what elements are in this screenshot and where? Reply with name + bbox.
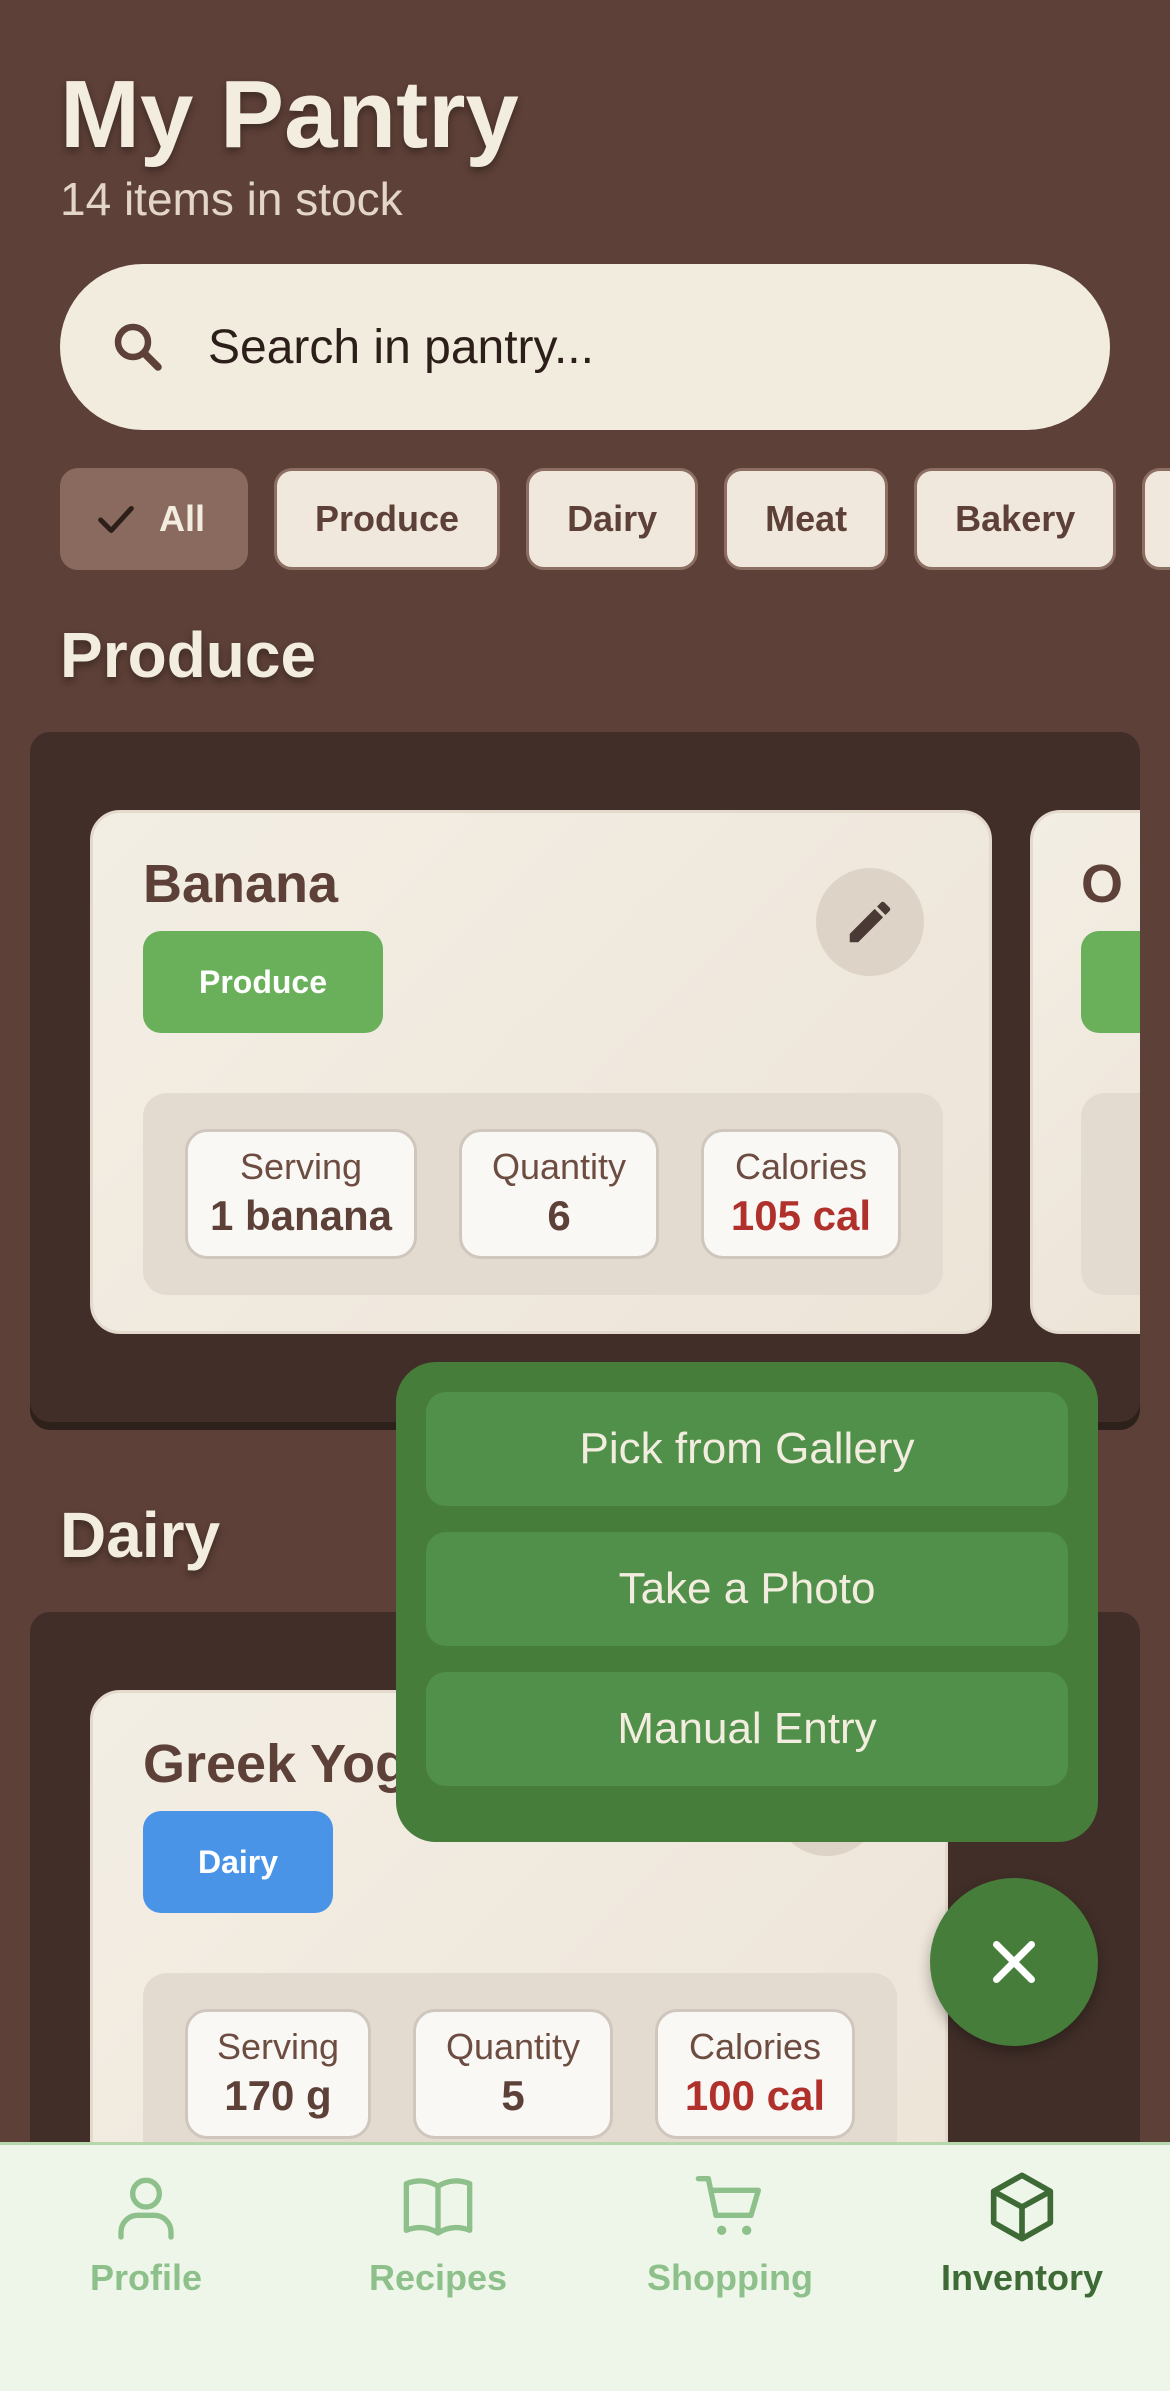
calories-stat: Calories 100 cal	[655, 2009, 855, 2139]
nav-label: Profile	[89, 2257, 203, 2298]
book-icon	[403, 2178, 473, 2236]
add-item-menu: Pick from Gallery Take a Photo Manual En…	[396, 1362, 1098, 1842]
chip-dairy[interactable]: Dairy	[526, 468, 699, 570]
category-badge: Produce	[143, 931, 383, 1033]
pick-from-gallery-button[interactable]: Pick from Gallery	[426, 1392, 1068, 1506]
profile-icon	[118, 2177, 174, 2240]
box-icon	[990, 2172, 1054, 2242]
take-photo-button[interactable]: Take a Photo	[426, 1532, 1068, 1646]
stat-label: Calories	[688, 2026, 822, 2067]
chip-label: Meat	[765, 498, 848, 539]
category-filter-chips: All Produce Dairy Meat Bakery	[60, 468, 1170, 570]
bottom-navigation: Profile Recipes Shopping Inventory	[0, 2142, 1170, 2391]
stat-value: 5	[501, 2072, 525, 2119]
stat-label: Quantity	[491, 1146, 627, 1187]
search-input[interactable]	[208, 319, 1008, 375]
chip-bakery[interactable]: Bakery	[914, 468, 1117, 570]
close-menu-button[interactable]	[930, 1878, 1098, 2046]
serving-stat: Serving 170 g	[185, 2009, 371, 2139]
nav-item-profile[interactable]: Profile	[0, 2167, 292, 2299]
chip-label: Produce	[315, 498, 460, 539]
item-name: Banana	[143, 854, 339, 914]
cart-icon	[695, 2176, 761, 2235]
category-badge	[1081, 931, 1140, 1033]
item-name: O	[1081, 854, 1124, 914]
item-stats: Serving 1 banana Quantity 6 Calories 105…	[143, 1093, 943, 1295]
item-count: 14 items in stock	[60, 172, 403, 225]
header: My Pantry 14 items in stock	[60, 62, 519, 226]
nav-item-inventory[interactable]: Inventory	[876, 2167, 1168, 2299]
item-card-banana[interactable]: Banana Produce Serving 1 banana Quantity…	[90, 810, 992, 1334]
chip-label: All	[159, 498, 206, 539]
stat-value: 100 cal	[684, 2072, 826, 2119]
search-icon	[114, 323, 162, 371]
checkmark-icon	[98, 505, 134, 533]
page-title: My Pantry	[60, 61, 519, 168]
nav-label: Shopping	[647, 2257, 813, 2298]
stat-value: 6	[547, 1192, 571, 1239]
serving-stat: Serving 1 banana	[185, 1129, 417, 1259]
chip-produce[interactable]: Produce	[274, 468, 501, 570]
item-stats	[1081, 1093, 1140, 1295]
stat-value: 105 cal	[730, 1192, 872, 1239]
search-bar[interactable]	[60, 264, 1110, 430]
category-badge: Dairy	[143, 1811, 333, 1913]
stat-label: Calories	[734, 1146, 868, 1187]
nav-item-shopping[interactable]: Shopping	[584, 2167, 876, 2299]
stat-label: Serving	[239, 1146, 363, 1187]
section-title-dairy: Dairy	[60, 1499, 221, 1571]
chip-all[interactable]: All	[60, 468, 249, 570]
nav-item-recipes[interactable]: Recipes	[292, 2167, 584, 2299]
chip-more[interactable]	[1142, 468, 1170, 570]
produce-carousel[interactable]: Banana Produce Serving 1 banana Quantity…	[30, 732, 1140, 1422]
calories-stat: Calories 105 cal	[701, 1129, 901, 1259]
chip-meat[interactable]: Meat	[724, 468, 889, 570]
item-card-partial[interactable]: O	[1030, 810, 1140, 1334]
stat-label: Quantity	[445, 2026, 581, 2067]
section-title-produce: Produce	[60, 619, 317, 691]
nav-label: Inventory	[940, 2257, 1104, 2298]
nav-label: Recipes	[368, 2257, 508, 2298]
quantity-stat: Quantity 5	[413, 2009, 613, 2139]
stat-label: Serving	[216, 2026, 340, 2067]
edit-button[interactable]	[816, 868, 924, 976]
manual-entry-button[interactable]: Manual Entry	[426, 1672, 1068, 1786]
pencil-icon	[849, 901, 891, 943]
close-icon	[993, 1941, 1035, 1983]
stat-value: 170 g	[224, 2072, 332, 2119]
chip-label: Dairy	[567, 498, 658, 539]
quantity-stat: Quantity 6	[459, 1129, 659, 1259]
chip-label: Bakery	[955, 498, 1076, 539]
stat-value: 1 banana	[209, 1192, 393, 1239]
